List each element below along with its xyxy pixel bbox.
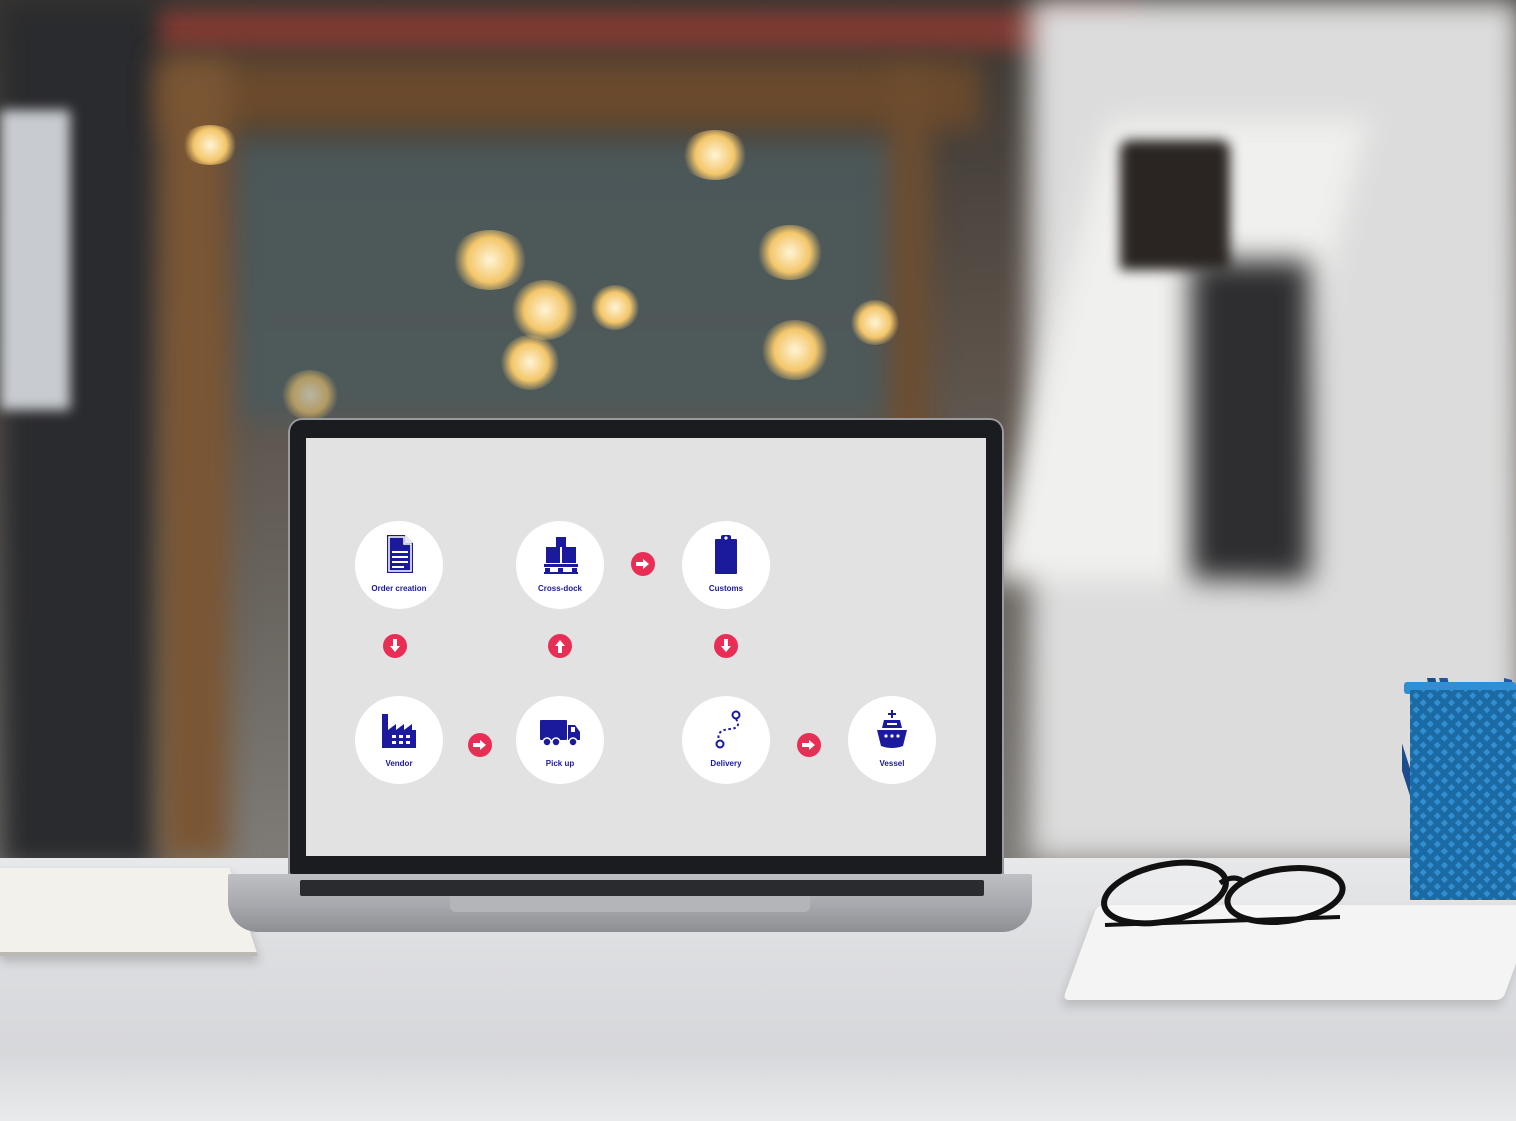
- truck-icon: [540, 720, 580, 747]
- ship-icon: [877, 710, 907, 748]
- clipboard-icon: [715, 535, 737, 574]
- node-customs: Customs: [682, 521, 770, 609]
- glasses-icon: [1101, 859, 1346, 927]
- arrow-right-icon: [631, 552, 655, 576]
- factory-icon: [382, 714, 416, 748]
- node-label: Customs: [708, 584, 744, 593]
- notebook: [0, 868, 258, 956]
- node-delivery: Delivery: [682, 696, 770, 784]
- arrow-up-icon: [548, 634, 572, 658]
- arrow-right-icon: [797, 733, 821, 757]
- arrow-right-icon: [468, 733, 492, 757]
- node-cross-dock: Cross-dock: [516, 521, 604, 609]
- node-label: Pick up: [545, 759, 575, 768]
- route-icon: [715, 710, 741, 749]
- pallet-boxes-icon: [544, 537, 578, 574]
- laptop-keyboard: [300, 880, 984, 896]
- desk-edge: [0, 1055, 1516, 1121]
- laptop-touchpad: [450, 896, 810, 912]
- node-label: Cross-dock: [537, 584, 582, 593]
- node-label: Vessel: [879, 759, 905, 768]
- node-vessel: Vessel: [848, 696, 936, 784]
- arrow-down-icon: [383, 634, 407, 658]
- laptop-screen: Order creation Cross-dock Customs Vendor…: [306, 438, 986, 856]
- node-label: Delivery: [710, 759, 742, 768]
- node-pick-up: Pick up: [516, 696, 604, 784]
- document-icon: [387, 535, 413, 573]
- pencil-cup: [1402, 678, 1516, 900]
- node-vendor: Vendor: [355, 696, 443, 784]
- node-order-creation: Order creation: [355, 521, 443, 609]
- node-label: Vendor: [385, 759, 413, 768]
- node-label: Order creation: [371, 584, 427, 593]
- arrow-down-icon: [714, 634, 738, 658]
